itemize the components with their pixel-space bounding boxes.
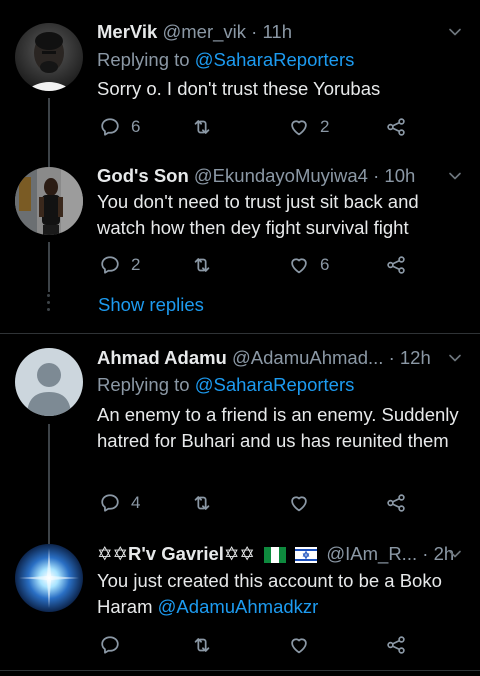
reply-count: 4 [131, 493, 141, 512]
user-handle[interactable]: @AdamuAhmad... [232, 347, 383, 368]
like-button[interactable]: 2 [288, 114, 329, 140]
reply-icon [99, 634, 121, 656]
thread-line [48, 98, 50, 160]
separator: · [367, 165, 385, 186]
retweet-button[interactable] [191, 632, 213, 658]
replying-to: Replying to @SaharaReporters [97, 47, 354, 73]
mention-link[interactable]: @SaharaReporters [195, 374, 355, 395]
user-handle[interactable]: @EkundayoMuyiwa4 [194, 165, 368, 186]
reply-button[interactable] [99, 632, 121, 658]
retweet-button[interactable] [191, 114, 213, 140]
share-button[interactable] [385, 114, 407, 140]
timestamp[interactable]: 10h [384, 165, 415, 186]
share-icon [385, 254, 407, 276]
tweet-text: You just created this account to be a Bo… [97, 568, 462, 620]
retweet-button[interactable] [191, 252, 213, 278]
display-name[interactable]: ✡✡R'v Gavriel✡✡ [97, 543, 255, 564]
retweet-icon [191, 116, 213, 138]
avatar[interactable] [15, 348, 83, 416]
reply-icon [99, 116, 121, 138]
tweet-rv-gavriel[interactable]: ✡✡R'v Gavriel✡✡ @IAm_R... · 2h You just … [0, 530, 480, 670]
tweet-text: Sorry o. I don't trust these Yorubas [97, 78, 381, 99]
share-button[interactable] [385, 490, 407, 516]
thread-line [48, 242, 50, 292]
separator: · [246, 21, 263, 42]
reply-count: 2 [131, 255, 141, 274]
tweet-mervik[interactable]: MerVik @mer_vik · 11h Replying to @Sahar… [0, 0, 480, 160]
separator: · [417, 543, 434, 564]
thread-line [48, 160, 50, 167]
like-button[interactable] [288, 490, 310, 516]
share-icon [385, 492, 407, 514]
retweet-icon [191, 634, 213, 656]
share-icon [385, 116, 407, 138]
show-replies-link[interactable]: Show replies [98, 292, 204, 318]
chevron-down-icon[interactable] [448, 547, 462, 561]
tweet-header: ✡✡R'v Gavriel✡✡ @IAm_R... · 2h [97, 541, 460, 567]
reply-button[interactable]: 2 [99, 252, 140, 278]
action-bar: 4 [97, 490, 417, 516]
mention-link[interactable]: @SaharaReporters [195, 49, 355, 70]
tweet-text: An enemy to a friend is an enemy. Sudden… [97, 404, 459, 451]
mention-link[interactable]: @AdamuAhmadkzr [158, 596, 319, 617]
tweet-header: MerVik @mer_vik · 11h [97, 19, 460, 45]
reply-icon [99, 492, 121, 514]
thread-line [48, 424, 50, 530]
replying-label: Replying to [97, 374, 195, 395]
retweet-button[interactable] [191, 490, 213, 516]
action-bar: 2 6 [97, 252, 417, 278]
replying-to: Replying to @SaharaReporters [97, 372, 354, 398]
chevron-down-icon[interactable] [448, 25, 462, 39]
like-count: 2 [320, 117, 330, 136]
user-handle[interactable]: @mer_vik [162, 21, 246, 42]
like-count: 6 [320, 255, 330, 274]
like-button[interactable] [288, 632, 310, 658]
tweet-text: You don't need to trust just sit back an… [97, 191, 419, 238]
tweet-header: God's Son @EkundayoMuyiwa4 · 10h [97, 163, 460, 189]
thread-line [48, 530, 50, 544]
like-button[interactable]: 6 [288, 252, 329, 278]
avatar[interactable] [15, 167, 83, 235]
thread-dots [47, 294, 50, 315]
user-handle[interactable]: @IAm_R... [326, 543, 417, 564]
tweet-gods-son[interactable]: God's Son @EkundayoMuyiwa4 · 10h You don… [0, 160, 480, 332]
divider [0, 670, 480, 671]
israel-flag-icon [295, 547, 318, 563]
share-button[interactable] [385, 252, 407, 278]
timestamp[interactable]: 11h [262, 21, 292, 42]
timestamp[interactable]: 12h [400, 347, 431, 368]
reply-button[interactable]: 4 [99, 490, 140, 516]
retweet-icon [191, 492, 213, 514]
like-icon [288, 492, 310, 514]
action-bar [97, 632, 417, 658]
like-icon [288, 634, 310, 656]
display-name[interactable]: Ahmad Adamu [97, 347, 227, 368]
reply-icon [99, 254, 121, 276]
display-name[interactable]: MerVik [97, 21, 157, 42]
like-icon [288, 254, 310, 276]
tweet-header: Ahmad Adamu @AdamuAhmad... · 12h [97, 345, 460, 371]
like-icon [288, 116, 310, 138]
share-button[interactable] [385, 632, 407, 658]
action-bar: 6 2 [97, 114, 417, 140]
reply-count: 6 [131, 117, 141, 136]
display-name[interactable]: God's Son [97, 165, 189, 186]
chevron-down-icon[interactable] [448, 169, 462, 183]
avatar[interactable] [15, 544, 83, 612]
reply-button[interactable]: 6 [99, 114, 140, 140]
share-icon [385, 634, 407, 656]
tweet-ahmad-adamu[interactable]: Ahmad Adamu @AdamuAhmad... · 12h Replyin… [0, 334, 480, 530]
retweet-icon [191, 254, 213, 276]
nigeria-flag-icon [264, 547, 287, 563]
chevron-down-icon[interactable] [448, 351, 462, 365]
avatar[interactable] [15, 23, 83, 91]
separator: · [383, 347, 400, 368]
replying-label: Replying to [97, 49, 195, 70]
